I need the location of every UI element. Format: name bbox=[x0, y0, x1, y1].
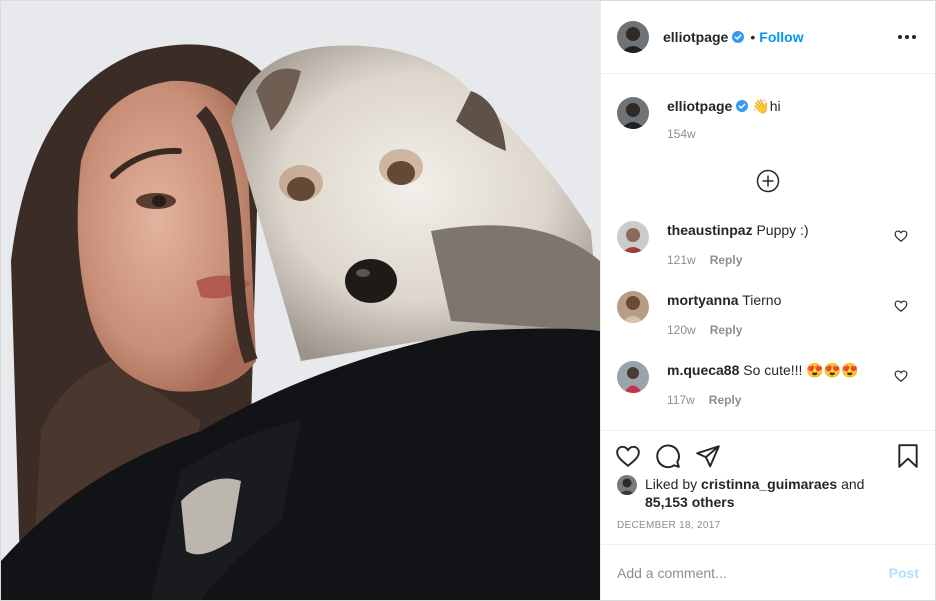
liker-avatar[interactable] bbox=[617, 475, 637, 495]
comment-text: So cute!!! 😍😍😍 bbox=[743, 362, 859, 378]
author-username[interactable]: elliotpage bbox=[663, 29, 728, 45]
comment-body: theaustinpaz Puppy :) 121w Reply bbox=[667, 221, 920, 267]
caption-avatar[interactable] bbox=[617, 97, 649, 129]
comment-age[interactable]: 117w bbox=[667, 393, 695, 407]
likes-summary: Liked by cristinna_guimaraes and 85,153 … bbox=[617, 475, 864, 511]
reply-button[interactable]: Reply bbox=[709, 393, 742, 407]
follow-button[interactable]: Follow bbox=[759, 29, 803, 45]
caption-username[interactable]: elliotpage bbox=[667, 98, 732, 114]
comment-username[interactable]: m.queca88 bbox=[667, 362, 739, 378]
separator-dot: • bbox=[750, 29, 756, 45]
likes-conj: and bbox=[841, 476, 865, 492]
post-photo[interactable] bbox=[1, 1, 600, 600]
caption-body: elliotpage 👋hi 154w bbox=[667, 97, 781, 141]
comment-body: mortyanna Tierno 120w Reply bbox=[667, 291, 920, 337]
comment-item: m.queca88 So cute!!! 😍😍😍 117w Reply bbox=[617, 361, 920, 407]
commenter-avatar[interactable] bbox=[617, 291, 649, 323]
reply-button[interactable]: Reply bbox=[710, 323, 743, 337]
post-comment-button[interactable]: Post bbox=[889, 565, 919, 581]
caption: elliotpage 👋hi 154w bbox=[617, 97, 781, 141]
heart-icon[interactable] bbox=[894, 299, 908, 313]
comment-icon[interactable] bbox=[655, 443, 681, 469]
likes-others-link[interactable]: 85,153 others bbox=[645, 494, 735, 510]
heart-icon[interactable] bbox=[615, 443, 641, 469]
heart-icon[interactable] bbox=[894, 229, 908, 243]
post-dialog: elliotpage •Follow elliotpage 👋hi 154w bbox=[0, 0, 936, 601]
author-line: elliotpage • Follow bbox=[663, 29, 804, 45]
comment-input[interactable] bbox=[617, 564, 889, 581]
likes-text: Liked by cristinna_guimaraes and 85,153 … bbox=[645, 475, 864, 511]
author-avatar[interactable] bbox=[617, 21, 649, 53]
comment-item: mortyanna Tierno 120w Reply bbox=[617, 291, 920, 337]
caption-emoji: 👋 bbox=[752, 98, 770, 114]
comment-age[interactable]: 121w bbox=[667, 253, 696, 267]
more-options-icon[interactable] bbox=[895, 27, 919, 47]
likes-prefix: Liked by bbox=[645, 476, 698, 492]
verified-icon bbox=[736, 100, 749, 112]
reply-button[interactable]: Reply bbox=[710, 253, 743, 267]
caption-text: hi bbox=[769, 98, 781, 114]
comment-item: theaustinpaz Puppy :) 121w Reply bbox=[617, 221, 920, 267]
post-side-panel: elliotpage •Follow elliotpage 👋hi 154w bbox=[600, 1, 935, 600]
bookmark-icon[interactable] bbox=[895, 443, 921, 469]
add-comment-bar: Post bbox=[601, 544, 935, 600]
comment-username[interactable]: mortyanna bbox=[667, 292, 739, 308]
comments-list: elliotpage 👋hi 154w theaustinpaz Puppy :… bbox=[601, 74, 935, 430]
load-more-icon[interactable] bbox=[756, 169, 780, 193]
post-header: elliotpage • Follow bbox=[601, 1, 935, 74]
liker-username[interactable]: cristinna_guimaraes bbox=[701, 476, 837, 492]
verified-icon bbox=[732, 31, 745, 43]
share-icon[interactable] bbox=[695, 443, 721, 469]
commenter-avatar[interactable] bbox=[617, 361, 649, 393]
comment-age[interactable]: 120w bbox=[667, 323, 696, 337]
comment-text: Tierno bbox=[742, 292, 782, 308]
commenter-avatar[interactable] bbox=[617, 221, 649, 253]
heart-icon[interactable] bbox=[894, 369, 908, 383]
comment-username[interactable]: theaustinpaz bbox=[667, 222, 753, 238]
post-date[interactable]: DECEMBER 18, 2017 bbox=[617, 520, 720, 531]
comment-body: m.queca88 So cute!!! 😍😍😍 117w Reply bbox=[667, 361, 920, 407]
comment-text: Puppy :) bbox=[756, 222, 809, 238]
caption-age[interactable]: 154w bbox=[667, 127, 696, 141]
